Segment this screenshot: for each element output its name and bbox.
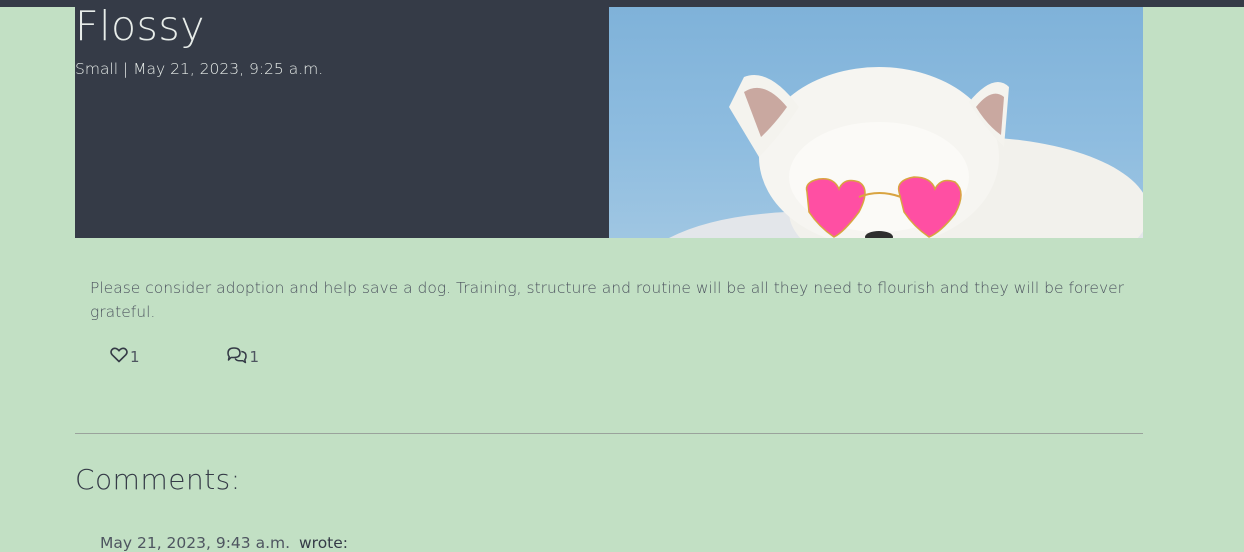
comment-author[interactable]: wrote:	[299, 534, 348, 552]
post-actions: 1 1	[110, 346, 259, 368]
post-title: Flossy	[75, 2, 206, 50]
likes-count: 1	[130, 348, 140, 366]
chat-bubbles-icon	[226, 346, 248, 368]
comments-count: 1	[249, 348, 260, 366]
post-description: Please consider adoption and help save a…	[90, 279, 1125, 321]
comments-heading: Comments:	[75, 463, 241, 496]
comment-item: May 21, 2023, 9:43 a.m. wrote:	[100, 534, 348, 552]
post-meta: Flossy Small | May 21, 2023, 9:25 a.m.	[75, 0, 609, 238]
comments-button[interactable]: 1	[226, 346, 260, 368]
heart-icon	[110, 347, 128, 367]
comment-timestamp: May 21, 2023, 9:43 a.m.	[100, 534, 291, 552]
section-divider	[75, 433, 1143, 434]
post-header: Flossy Small | May 21, 2023, 9:25 a.m.	[75, 0, 1143, 238]
like-button[interactable]: 1	[110, 347, 140, 367]
post-subtitle: Small | May 21, 2023, 9:25 a.m.	[75, 60, 324, 78]
post-image	[609, 7, 1143, 238]
